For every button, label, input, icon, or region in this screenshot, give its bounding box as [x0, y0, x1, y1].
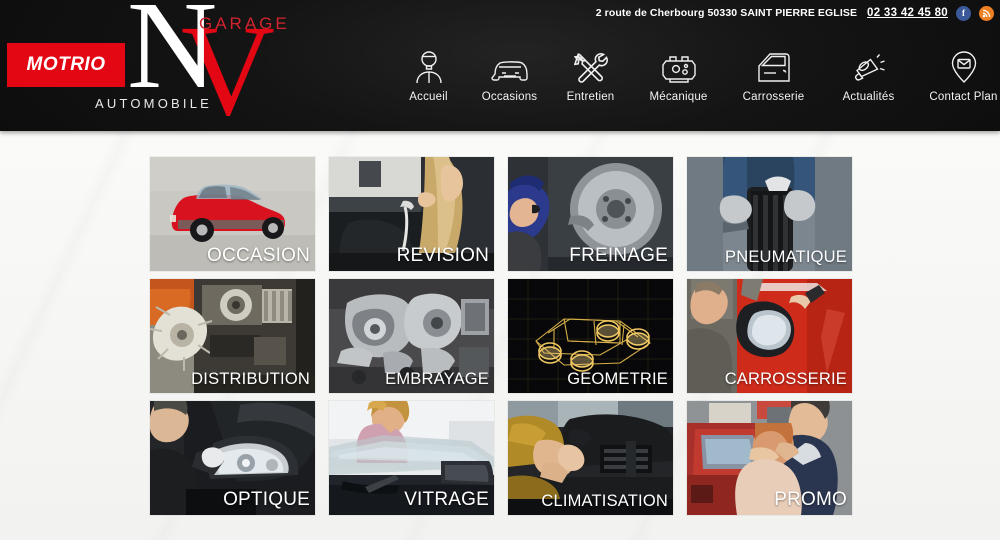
- nav-label-contact-plan: Contact Plan: [929, 91, 998, 103]
- phone-link[interactable]: 02 33 42 45 80: [867, 7, 948, 19]
- logo-automobile-text: AUTOMOBILE: [95, 96, 213, 111]
- tile-label-embrayage: EMBRAYAGE: [385, 369, 489, 388]
- tile-label-promo: PROMO: [774, 489, 847, 510]
- rss-glyph: [982, 9, 990, 18]
- tile-label-occasion: OCCASION: [207, 245, 310, 266]
- nav-label-carrosserie: Carrosserie: [742, 91, 805, 103]
- engine-icon: [661, 44, 697, 84]
- nav-item-mecanique[interactable]: Mécanique: [631, 44, 726, 103]
- motrio-label: MOTRIO: [26, 54, 106, 75]
- main-navigation: Accueil Occasions Entretien Mécanique Ca…: [388, 44, 1000, 103]
- nav-item-entretien[interactable]: Entretien: [550, 44, 631, 103]
- car-door-icon: [756, 44, 792, 84]
- map-pin-mail-icon: [949, 44, 979, 84]
- tile-label-revision: REVISION: [396, 245, 489, 266]
- rss-icon[interactable]: [979, 5, 994, 21]
- nav-item-accueil[interactable]: Accueil: [388, 44, 469, 103]
- nav-label-mecanique: Mécanique: [649, 91, 708, 103]
- tile-label-freinage: FREINAGE: [569, 245, 668, 266]
- nav-item-occasions[interactable]: Occasions: [469, 44, 550, 103]
- tile-embrayage[interactable]: EMBRAYAGE: [329, 279, 494, 393]
- tile-label-climatisation: CLIMATISATION: [541, 491, 668, 510]
- tile-label-distribution: DISTRIBUTION: [191, 369, 310, 388]
- tile-climatisation[interactable]: CLIMATISATION: [508, 401, 673, 515]
- nav-label-actualites: Actualités: [842, 91, 895, 103]
- tile-occasion[interactable]: OCCASION: [150, 157, 315, 271]
- nav-item-contact-plan[interactable]: Contact Plan: [916, 44, 1000, 103]
- nav-item-carrosserie[interactable]: Carrosserie: [726, 44, 821, 103]
- tile-label-vitrage: VITRAGE: [404, 489, 489, 510]
- nav-label-entretien: Entretien: [566, 91, 615, 103]
- tile-geometrie[interactable]: GEOMETRIE: [508, 279, 673, 393]
- megaphone-icon: [851, 44, 887, 84]
- nav-label-occasions: Occasions: [481, 91, 538, 103]
- tile-label-optique: OPTIQUE: [223, 489, 310, 510]
- topbar-contact: 2 route de Cherbourg 50330 SAINT PIERRE …: [596, 0, 1000, 26]
- nav-label-accueil: Accueil: [409, 91, 448, 103]
- service-tile-grid: OCCASION REVISION FREINAGE PNEUMATIQUE D…: [150, 157, 852, 515]
- address-text: 2 route de Cherbourg 50330 SAINT PIERRE …: [595, 7, 858, 19]
- nv-garage-logo[interactable]: V N GARAGE AUTOMOBILE: [95, 0, 310, 131]
- tile-label-geometrie: GEOMETRIE: [567, 369, 668, 388]
- tile-promo[interactable]: PROMO: [687, 401, 852, 515]
- tile-distribution[interactable]: DISTRIBUTION: [150, 279, 315, 393]
- car-front-icon: [490, 44, 529, 84]
- tile-vitrage[interactable]: VITRAGE: [329, 401, 494, 515]
- tile-pneumatique[interactable]: PNEUMATIQUE: [687, 157, 852, 271]
- logo-garage-text: GARAGE: [199, 14, 290, 33]
- nav-item-actualites[interactable]: Actualités: [821, 44, 916, 103]
- tile-label-carrosserie: CARROSSERIE: [724, 369, 847, 388]
- facebook-icon[interactable]: f: [956, 5, 971, 21]
- tile-optique[interactable]: OPTIQUE: [150, 401, 315, 515]
- mechanic-person-icon: [414, 44, 444, 84]
- tile-label-pneumatique: PNEUMATIQUE: [725, 247, 847, 266]
- site-header: 2 route de Cherbourg 50330 SAINT PIERRE …: [0, 0, 1000, 131]
- tile-revision[interactable]: REVISION: [329, 157, 494, 271]
- tile-carrosserie[interactable]: CARROSSERIE: [687, 279, 852, 393]
- wrench-screwdriver-icon: [573, 44, 608, 84]
- tile-freinage[interactable]: FREINAGE: [508, 157, 673, 271]
